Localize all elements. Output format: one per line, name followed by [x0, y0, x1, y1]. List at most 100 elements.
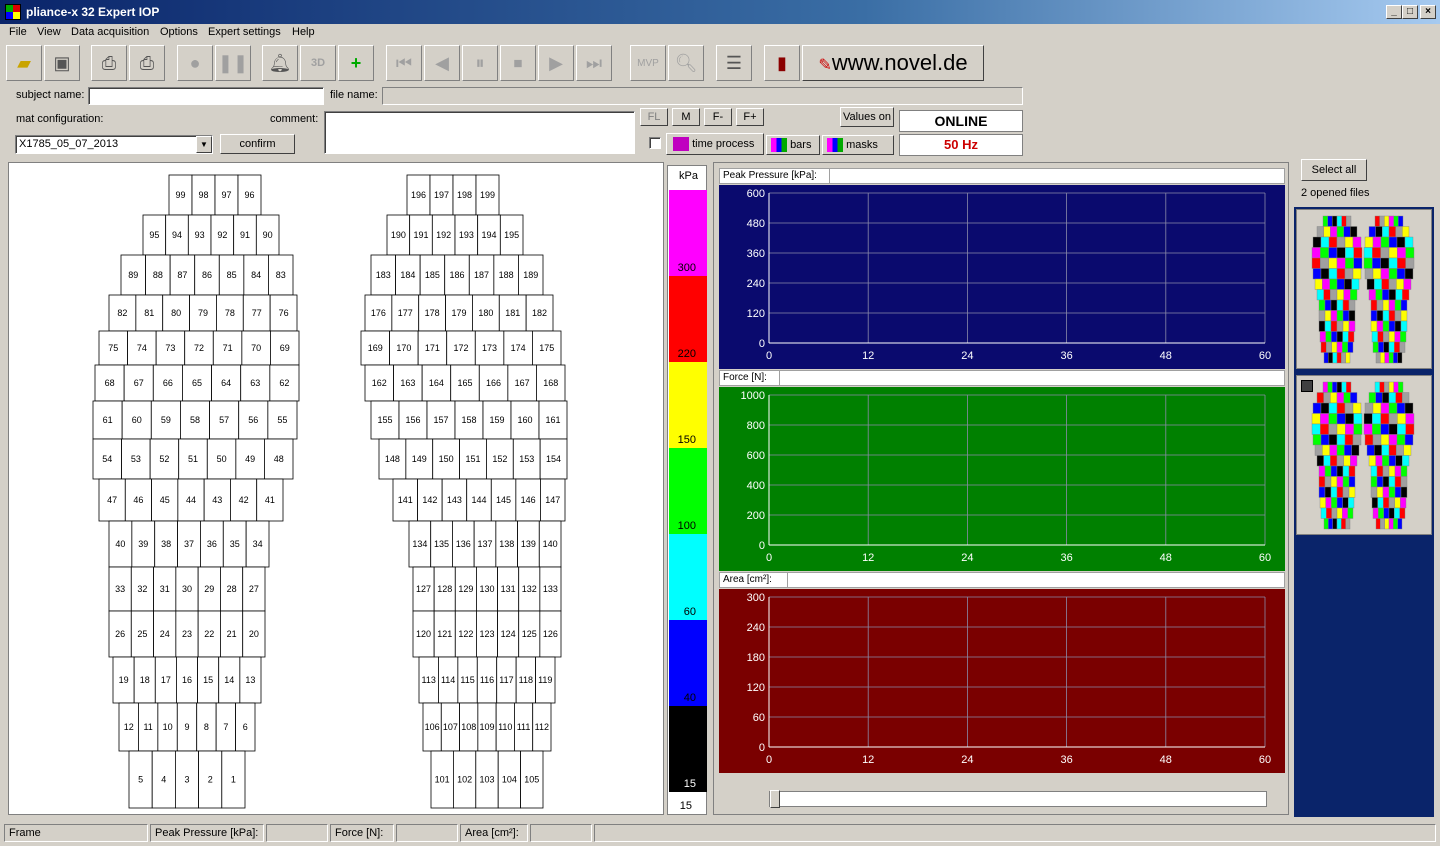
- thumb-cell: [1350, 455, 1358, 467]
- values-on-button[interactable]: Values on: [840, 107, 894, 127]
- next-frame-icon[interactable]: ▶: [538, 45, 574, 81]
- thumb-cell: [1336, 310, 1344, 322]
- record-icon[interactable]: ●: [177, 45, 213, 81]
- stop-playback-icon[interactable]: ⏹: [500, 45, 536, 81]
- add-steps-icon[interactable]: +: [338, 45, 374, 81]
- tab-time-process[interactable]: time process: [666, 133, 764, 155]
- tab-masks[interactable]: masks: [822, 135, 894, 155]
- sensor-label: 43: [212, 495, 222, 505]
- print-preview-icon[interactable]: ⎙: [129, 45, 165, 81]
- menu-view[interactable]: View: [37, 26, 61, 38]
- x-tick-label: 60: [1259, 552, 1271, 564]
- thumb-cell: [1383, 497, 1390, 509]
- sensor-label: 20: [249, 629, 259, 639]
- menu-help[interactable]: Help: [292, 26, 315, 38]
- thumb-cell: [1381, 444, 1390, 456]
- status-force: Force [N]:: [330, 824, 394, 842]
- scrollbar-thumb[interactable]: [770, 790, 780, 808]
- prev-frame-icon[interactable]: ◀: [424, 45, 460, 81]
- last-frame-icon[interactable]: ⏭: [576, 45, 612, 81]
- print-icon[interactable]: ⎙: [91, 45, 127, 81]
- x-tick-label: 24: [961, 350, 973, 362]
- thumb-cell: [1396, 268, 1406, 280]
- thumb-cell: [1388, 413, 1398, 425]
- thumb-cell: [1314, 444, 1323, 456]
- thumb-cell: [1388, 215, 1394, 227]
- thumb-cell: [1397, 423, 1406, 435]
- thumb-cell: [1327, 215, 1333, 227]
- select-all-button[interactable]: Select all: [1301, 159, 1367, 181]
- thumb-cell: [1388, 392, 1396, 404]
- exit-door-icon[interactable]: ▮: [764, 45, 800, 81]
- sensor-label: 88: [153, 270, 163, 280]
- thumb-cell: [1380, 257, 1390, 269]
- mvp-icon[interactable]: MVP: [630, 45, 666, 81]
- menu-expert-settings[interactable]: Expert settings: [208, 26, 281, 38]
- sensor-label: 128: [437, 584, 452, 594]
- thumb-cell: [1351, 444, 1360, 456]
- thumb-cell: [1312, 402, 1322, 414]
- thumb-cell: [1400, 476, 1408, 488]
- zoom-icon[interactable]: 🔍︎: [668, 45, 704, 81]
- sensor-label: 60: [132, 415, 142, 425]
- open-folder-icon[interactable]: ▰: [6, 45, 42, 81]
- m-button[interactable]: M: [672, 108, 700, 126]
- thumb-cell: [1345, 257, 1354, 269]
- sensor-label: 145: [496, 495, 511, 505]
- thumb-cell: [1324, 486, 1332, 498]
- sensor-label: 89: [128, 270, 138, 280]
- sensor-label: 28: [227, 584, 237, 594]
- pause-playback-icon[interactable]: ⏸: [462, 45, 498, 81]
- chevron-down-icon[interactable]: ▼: [196, 136, 212, 153]
- minimize-button[interactable]: _: [1386, 5, 1402, 19]
- sensor-label: 40: [115, 539, 125, 549]
- tab-bars[interactable]: bars: [766, 135, 820, 155]
- save-icon[interactable]: ▣: [44, 45, 80, 81]
- file-name-field: [382, 87, 1023, 105]
- thumb-cell: [1332, 215, 1338, 227]
- file-thumbnail-2[interactable]: [1296, 375, 1432, 535]
- thumb-cell: [1341, 352, 1346, 364]
- pause-icon[interactable]: ❚❚: [215, 45, 251, 81]
- chart-title: Peak Pressure [kPa]:: [719, 168, 1285, 184]
- thumb-cell: [1396, 278, 1404, 290]
- menu-options[interactable]: Options: [160, 26, 198, 38]
- thumb-cell: [1341, 381, 1347, 393]
- comment-input[interactable]: [324, 111, 635, 154]
- sensor-label: 38: [161, 539, 171, 549]
- maximize-button[interactable]: □: [1402, 5, 1418, 19]
- fl-button[interactable]: FL: [640, 108, 668, 126]
- menu-data-acquisition[interactable]: Data acquisition: [71, 26, 149, 38]
- thumb-cell: [1376, 320, 1384, 332]
- first-frame-icon[interactable]: ⏮: [386, 45, 422, 81]
- sensor-label: 62: [279, 378, 289, 388]
- sensor-label: 3: [184, 775, 189, 785]
- f-plus-button[interactable]: F+: [736, 108, 764, 126]
- thumb-cell: [1336, 381, 1342, 393]
- frame-scrollbar[interactable]: [769, 790, 1267, 808]
- area-chart: Area [cm²]: 0 60 120 180 240 300 0 12 24 36 48 60: [719, 572, 1285, 773]
- sensor-layout-panel: 99 98 97 96 95 94 93 92 91 90 89 88 87 86 85 84 83 82 81 80…: [8, 162, 664, 815]
- thumb-cell: [1378, 507, 1384, 519]
- sensor-label: 51: [188, 454, 198, 464]
- thumb-cell: [1403, 278, 1412, 290]
- file-thumbnail-1[interactable]: [1296, 209, 1432, 369]
- sensor-label: 143: [447, 495, 462, 505]
- novel-website-link[interactable]: ✎www.novel.de: [802, 45, 984, 81]
- alarm-bell-icon[interactable]: 🔔︎: [262, 45, 298, 81]
- x-tick-label: 12: [862, 552, 874, 564]
- time-process-checkbox[interactable]: [649, 137, 661, 149]
- f-minus-button[interactable]: F-: [704, 108, 732, 126]
- confirm-button[interactable]: confirm: [220, 134, 295, 154]
- thumb-cell: [1382, 289, 1390, 301]
- thumb-cell: [1330, 392, 1338, 404]
- subject-name-input[interactable]: [88, 87, 324, 105]
- mat-configuration-select[interactable]: X1785_05_07_2013 ▼: [15, 135, 213, 154]
- thumb-cell: [1384, 518, 1390, 530]
- thumb-cell: [1388, 257, 1398, 269]
- notes-icon[interactable]: ☰: [716, 45, 752, 81]
- 3d-view-icon[interactable]: 3D: [300, 45, 336, 81]
- thumb-cell: [1336, 268, 1346, 280]
- menu-file[interactable]: File: [9, 26, 27, 38]
- close-button[interactable]: ×: [1420, 5, 1436, 19]
